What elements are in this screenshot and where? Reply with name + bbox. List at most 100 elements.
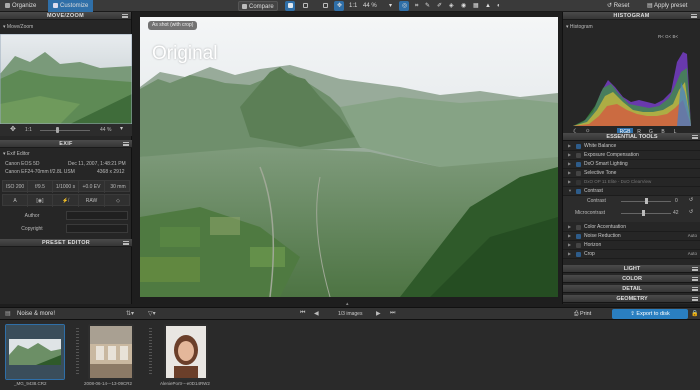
right-panel: HISTOGRAM ▾ Histogram R< G< B< ☾ ☼ RGB R… — [562, 12, 700, 304]
zoom-percent[interactable]: 44 % — [360, 1, 380, 11]
zoom-slider[interactable] — [40, 130, 90, 131]
filter-icon[interactable]: ▽▾ — [148, 310, 156, 317]
reset-microcontrast-icon[interactable]: ↺ — [689, 209, 693, 215]
section-geometry[interactable]: GEOMETRY — [563, 295, 700, 303]
tool-smart-lighting[interactable]: ▶ DxO Smart Lighting — [563, 160, 700, 169]
lock-icon[interactable]: 🔒 — [691, 310, 698, 317]
exif-editor-label[interactable]: ▾ Exif Editor — [3, 151, 30, 157]
movezoom-header[interactable]: MOVE/ZOOM — [0, 12, 131, 20]
print-button[interactable]: ⎙ Print — [574, 309, 591, 319]
retouch-button[interactable]: ◉ — [458, 1, 469, 11]
toggle-icon[interactable] — [576, 234, 581, 239]
move-icon[interactable]: ✥ — [10, 125, 16, 133]
color-picker-button[interactable]: ✎ — [422, 1, 433, 11]
reset-contrast-icon[interactable]: ↺ — [689, 197, 693, 203]
zoom-dropdown[interactable]: ▾ — [386, 1, 395, 11]
crop-icon: ⌗ — [415, 3, 419, 9]
export-button[interactable]: ⇪ Export to disk — [612, 309, 688, 319]
highlight-button[interactable]: ◐ — [494, 1, 504, 11]
toggle-icon[interactable] — [576, 180, 581, 185]
menu-icon[interactable] — [122, 14, 128, 18]
zoom-ratio-left[interactable]: 1:1 — [25, 127, 32, 133]
brush-tool-button[interactable]: ✐ — [434, 1, 445, 11]
next-image-icon[interactable]: ▶ — [376, 310, 381, 317]
toggle-icon[interactable] — [576, 225, 581, 230]
tool-color-accentuation[interactable]: ▶ Color Accentuation — [563, 223, 700, 232]
folder-icon[interactable]: ▤ — [5, 310, 11, 317]
contrast-slider-handle[interactable] — [645, 198, 648, 204]
reset-button[interactable]: ↺ Reset — [604, 1, 632, 11]
author-field[interactable] — [66, 211, 128, 220]
tool-white-balance[interactable]: ▶ White Balance — [563, 142, 700, 151]
tool-noise-reduction[interactable]: ▶ Noise Reduction Auto — [563, 232, 700, 241]
zoom-percent-left[interactable]: 44 % — [100, 127, 111, 133]
tool-selective-tone[interactable]: ▶ Selective Tone — [563, 169, 700, 178]
menu-icon[interactable] — [123, 142, 129, 146]
toggle-icon[interactable] — [576, 243, 581, 248]
sort-icon[interactable]: ⇅▾ — [126, 310, 134, 317]
exif-raw: RAW — [79, 195, 105, 207]
toggle-icon[interactable] — [576, 171, 581, 176]
menu-icon[interactable] — [123, 241, 129, 245]
tab-customize[interactable]: Customize — [48, 0, 94, 12]
section-light[interactable]: LIGHT — [563, 265, 700, 273]
menu-icon[interactable] — [692, 287, 698, 291]
microcontrast-slider[interactable] — [621, 213, 671, 214]
compare-button[interactable]: Compare — [238, 1, 278, 11]
histogram-title: HISTOGRAM — [613, 13, 650, 19]
zoom-ratio[interactable]: 1:1 — [346, 1, 360, 11]
last-image-icon[interactable]: ⏭ — [390, 310, 395, 317]
clipping-button[interactable]: ▲ — [482, 1, 494, 11]
tool-value[interactable]: Auto — [688, 232, 697, 241]
menu-icon[interactable] — [692, 135, 698, 139]
thumbnail-2[interactable] — [88, 324, 134, 380]
microcontrast-slider-handle[interactable] — [642, 210, 645, 216]
histogram-header[interactable]: HISTOGRAM — [563, 12, 700, 20]
film-perforation — [149, 328, 152, 374]
image-viewer[interactable]: As shot (with crop) Original — [140, 17, 558, 297]
toggle-icon[interactable] — [576, 153, 581, 158]
section-color[interactable]: COLOR — [563, 275, 700, 283]
zoom-slider-handle[interactable] — [56, 127, 59, 133]
navigator-thumbnail[interactable] — [0, 34, 132, 124]
move-icon: ✥ — [337, 3, 343, 9]
horizon-tool-button[interactable]: ◎ — [399, 1, 409, 11]
toggle-icon[interactable] — [576, 252, 581, 257]
menu-icon[interactable] — [692, 277, 698, 281]
section-detail[interactable]: DETAIL — [563, 285, 700, 293]
toggle-icon[interactable] — [576, 189, 581, 194]
preset-editor-header[interactable]: PRESET EDITOR — [0, 239, 132, 247]
grid-button[interactable]: ▦ — [470, 1, 482, 11]
copyright-field[interactable] — [66, 224, 128, 233]
first-image-icon[interactable]: ⏮ — [300, 310, 305, 317]
previous-image-icon[interactable]: ◀ — [314, 310, 319, 317]
fit-button[interactable] — [320, 1, 330, 11]
tool-clearview[interactable]: ▶ DxO OP 11 Elite - DxO ClearView — [563, 178, 700, 187]
thumbnail-1[interactable] — [5, 324, 65, 380]
apply-preset-button[interactable]: ▤ Apply preset — [644, 1, 690, 11]
tool-crop[interactable]: ▶ Crop Auto — [563, 250, 700, 259]
thumbnail-3[interactable] — [164, 324, 208, 380]
toggle-icon[interactable] — [576, 144, 581, 149]
chevron-down-icon: ▾ — [389, 3, 393, 9]
menu-icon[interactable] — [692, 267, 698, 271]
single-view-button[interactable] — [285, 1, 295, 11]
move-tool-button[interactable]: ✥ — [334, 1, 344, 11]
menu-icon[interactable] — [691, 14, 697, 18]
microcontrast-value[interactable]: 42 — [673, 210, 679, 216]
menu-icon[interactable] — [692, 297, 698, 301]
split-view-button[interactable] — [300, 1, 310, 11]
contrast-value[interactable]: 0 — [675, 198, 678, 204]
essential-tools-header[interactable]: ESSENTIAL TOOLS — [563, 133, 700, 141]
tab-organize[interactable]: Organize — [0, 0, 41, 12]
tool-exposure[interactable]: ▶ Exposure Compensation — [563, 151, 700, 160]
tool-horizon[interactable]: ▶ Horizon — [563, 241, 700, 250]
tool-contrast[interactable]: ▼ Contrast — [563, 187, 700, 196]
crop-tool-button[interactable]: ⌗ — [412, 1, 421, 11]
exif-header[interactable]: EXIF — [0, 140, 132, 148]
zoom-dropdown-icon[interactable]: ▾ — [120, 125, 123, 132]
toggle-icon[interactable] — [576, 162, 581, 167]
section-light-label: LIGHT — [623, 266, 641, 272]
tool-value[interactable]: Auto — [688, 250, 697, 259]
local-adjust-button[interactable]: ◈ — [446, 1, 457, 11]
